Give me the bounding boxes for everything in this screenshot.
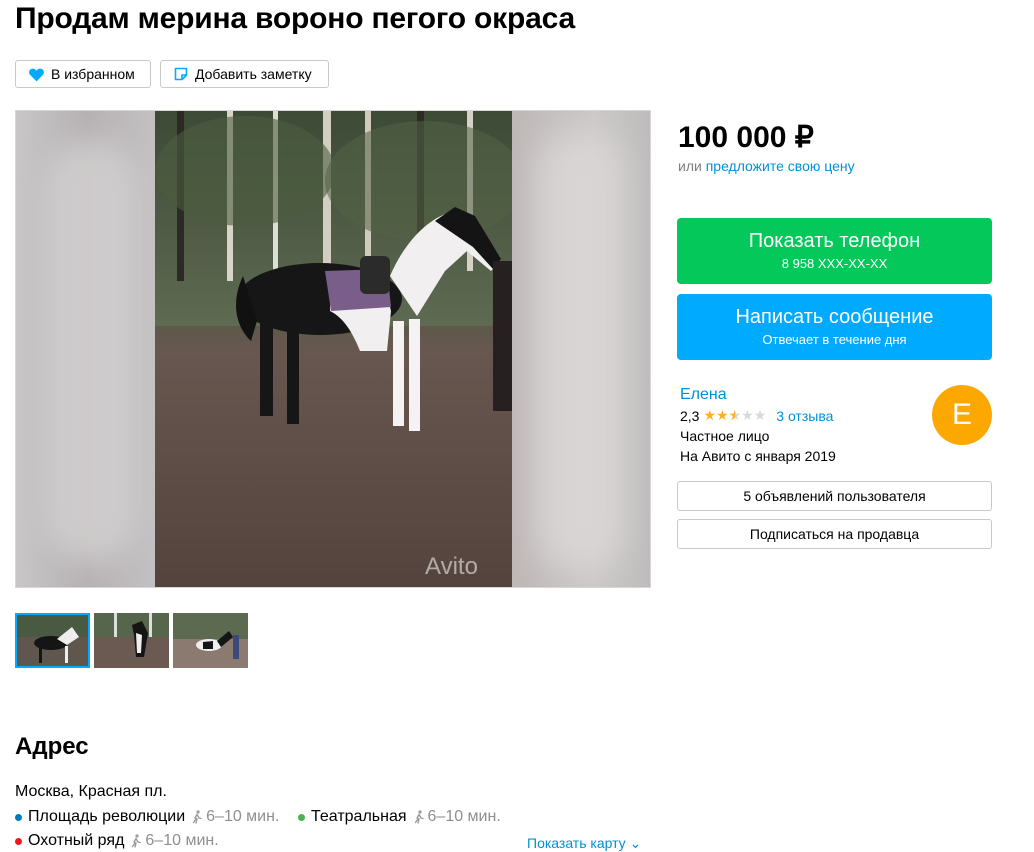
horse-photo-illustration: Avito bbox=[155, 111, 512, 587]
main-photo-gallery[interactable]: Avito bbox=[15, 110, 651, 588]
metro-station: Площадь революции 6–10 мин. bbox=[15, 808, 279, 826]
metro-station: Охотный ряд 6–10 мин. bbox=[15, 832, 219, 850]
subscribe-seller-button[interactable]: Подписаться на продавца bbox=[677, 519, 992, 549]
metro-line-dot bbox=[298, 813, 305, 821]
metro-station: Театральная 6–10 мин. bbox=[298, 808, 501, 826]
show-map-label: Показать карту bbox=[527, 835, 626, 851]
reviews-link[interactable]: 3 отзыва bbox=[776, 408, 833, 424]
walk-time: 6–10 мин. bbox=[413, 808, 501, 826]
thumbnail-1[interactable] bbox=[15, 613, 90, 668]
send-message-button[interactable]: Написать сообщение Отвечает в течение дн… bbox=[677, 294, 992, 360]
star-full-icon: ★ bbox=[703, 407, 717, 423]
main-photo: Avito bbox=[155, 111, 512, 587]
thumbnail-2[interactable] bbox=[94, 613, 169, 668]
phone-number: 8 958 XXX-XX-XX bbox=[781, 256, 888, 271]
chevron-down-icon: ⌄ bbox=[629, 835, 642, 851]
favorite-button[interactable]: В избранном bbox=[15, 60, 151, 88]
rating-value: 2,3 bbox=[680, 407, 700, 424]
show-phone-label: Показать телефон bbox=[748, 230, 921, 252]
add-note-label: Добавить заметку bbox=[195, 66, 312, 82]
address-heading: Адрес bbox=[15, 733, 89, 760]
metro-station-name: Охотный ряд bbox=[28, 832, 125, 849]
walk-time: 6–10 мин. bbox=[130, 832, 219, 850]
seller-listings-button[interactable]: 5 объявлений пользователя bbox=[677, 481, 992, 511]
address-line: Москва, Красная пл. bbox=[15, 783, 167, 800]
offer-price-link[interactable]: предложите свою цену bbox=[706, 158, 855, 174]
thumbnail-3[interactable] bbox=[173, 613, 248, 668]
walk-time-text: 6–10 мин. bbox=[145, 832, 219, 849]
walking-icon bbox=[192, 810, 202, 824]
seller-name-link[interactable]: Елена bbox=[680, 386, 727, 404]
walk-time-text: 6–10 мин. bbox=[206, 808, 280, 825]
avito-watermark: Avito bbox=[425, 553, 478, 580]
metro-station-name: Театральная bbox=[311, 808, 407, 825]
seller-avatar[interactable]: Е bbox=[932, 385, 992, 445]
star-empty-icon: ★ bbox=[753, 407, 767, 423]
rating-stars: ★ ★ ★★ ★ ★ bbox=[703, 407, 766, 424]
heart-icon bbox=[29, 68, 44, 81]
note-icon bbox=[174, 67, 188, 81]
price-offer-prefix: или bbox=[678, 158, 706, 174]
metro-line-dot bbox=[15, 837, 22, 845]
gallery-blur-right bbox=[510, 111, 650, 587]
gallery-blur-left bbox=[16, 111, 156, 587]
response-time: Отвечает в течение дня bbox=[762, 332, 907, 347]
walk-time-text: 6–10 мин. bbox=[427, 808, 501, 825]
add-note-button[interactable]: Добавить заметку bbox=[160, 60, 329, 88]
seller-since: На Авито с января 2019 bbox=[680, 448, 836, 464]
walk-time: 6–10 мин. bbox=[191, 808, 279, 826]
send-message-label: Написать сообщение bbox=[735, 306, 934, 328]
walking-icon bbox=[414, 810, 424, 824]
price: 100 000 ₽ bbox=[678, 121, 814, 154]
metro-station-name: Площадь революции bbox=[28, 808, 186, 825]
show-map-link[interactable]: Показать карту ⌄ bbox=[527, 835, 641, 852]
price-offer: или предложите свою цену bbox=[678, 158, 855, 174]
seller-rating: 2,3 ★ ★ ★★ ★ ★ 3 отзыва bbox=[680, 407, 833, 424]
metro-line-dot bbox=[15, 813, 22, 821]
favorite-label: В избранном bbox=[51, 66, 135, 82]
seller-type: Частное лицо bbox=[680, 428, 770, 444]
star-empty-icon: ★ bbox=[741, 407, 754, 423]
show-phone-button[interactable]: Показать телефон 8 958 XXX-XX-XX bbox=[677, 218, 992, 284]
page-title: Продам мерина вороно пегого окраса bbox=[15, 2, 575, 35]
star-half-icon: ★★ bbox=[728, 407, 742, 423]
star-full-icon: ★ bbox=[716, 407, 729, 423]
